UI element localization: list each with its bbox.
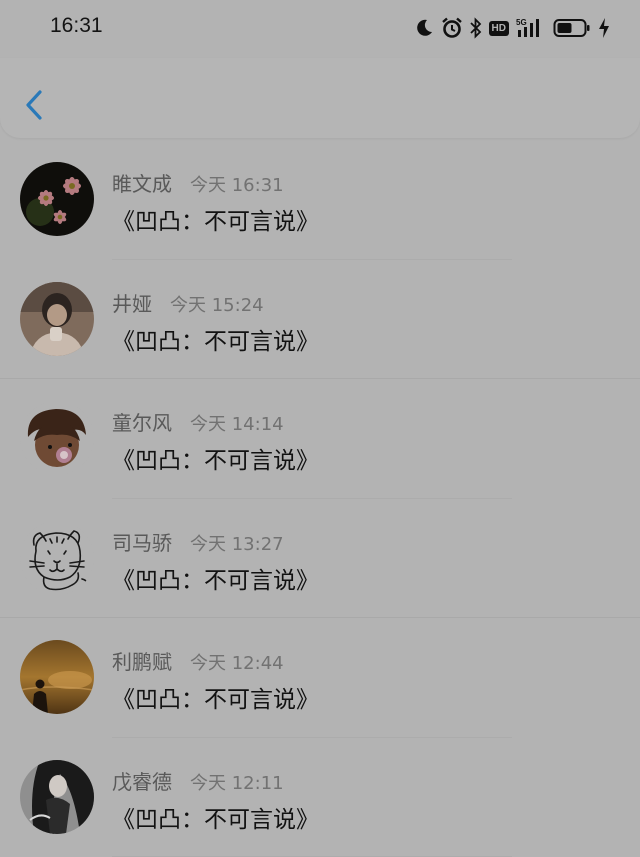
hd-icon: HD xyxy=(489,21,509,36)
comment-day: 今天 xyxy=(190,414,226,435)
list-item[interactable]: 利鹏赋 今天 12:44 《凹凸：不可言说》 xyxy=(0,618,640,738)
comment-text: 《凹凸：不可言说》 xyxy=(112,202,319,236)
comment-date: 今天 16:31 xyxy=(190,171,284,197)
network-type-label: 5G xyxy=(516,18,527,27)
comment-text: 《凹凸：不可言说》 xyxy=(112,322,319,356)
avatar[interactable] xyxy=(20,162,94,236)
alarm-icon xyxy=(441,17,463,39)
commenter-name[interactable]: 童尔风 xyxy=(112,407,172,436)
comment-date: 今天 12:44 xyxy=(190,649,284,675)
list-item[interactable]: 井娅 今天 15:24 《凹凸：不可言说》 xyxy=(0,260,640,380)
signal-icon: 5G xyxy=(516,17,546,39)
comment-day: 今天 xyxy=(190,773,226,794)
moon-icon xyxy=(414,18,434,38)
tiger-sketch-avatar-image xyxy=(20,521,94,595)
comment-date: 今天 15:24 xyxy=(170,291,264,317)
status-time: 16:31 xyxy=(50,14,103,38)
comment-time: 13:27 xyxy=(232,534,284,555)
avatar[interactable] xyxy=(20,521,94,595)
comment-day: 今天 xyxy=(190,175,226,196)
comment-day: 今天 xyxy=(190,653,226,674)
dark-art-avatar-image xyxy=(20,760,94,834)
status-icons: HD 5G xyxy=(414,15,610,41)
comment-time: 16:31 xyxy=(232,175,284,196)
sunset-avatar-image xyxy=(20,640,94,714)
list-item[interactable]: 睢文成 今天 16:31 《凹凸：不可言说》 xyxy=(0,140,640,260)
comment-list: 睢文成 今天 16:31 《凹凸：不可言说》 井娅 今天 15:24 xyxy=(0,140,640,857)
comment-text: 《凹凸：不可言说》 xyxy=(112,800,319,834)
comment-date: 今天 12:11 xyxy=(190,769,284,795)
list-item[interactable]: 司马骄 今天 13:27 《凹凸：不可言说》 xyxy=(0,499,640,619)
avatar[interactable] xyxy=(20,640,94,714)
status-bar: 16:31 HD 5G xyxy=(0,0,640,58)
avatar[interactable] xyxy=(20,401,94,475)
avatar[interactable] xyxy=(20,282,94,356)
battery-icon xyxy=(553,18,591,38)
comment-date: 今天 13:27 xyxy=(190,530,284,556)
comment-day: 今天 xyxy=(190,534,226,555)
commenter-name[interactable]: 司马骄 xyxy=(112,527,172,556)
comment-time: 15:24 xyxy=(212,295,264,316)
avatar[interactable] xyxy=(20,760,94,834)
comment-time: 12:11 xyxy=(232,773,284,794)
comment-text: 《凹凸：不可言说》 xyxy=(112,561,319,595)
commenter-name[interactable]: 利鹏赋 xyxy=(112,646,172,675)
list-item[interactable]: 童尔风 今天 14:14 《凹凸：不可言说》 xyxy=(0,379,640,499)
girl-avatar-image xyxy=(20,282,94,356)
back-button[interactable] xyxy=(20,86,50,126)
chevron-left-icon xyxy=(20,86,50,126)
bluetooth-icon xyxy=(470,17,482,39)
anime-avatar-image xyxy=(20,401,94,475)
comment-text: 《凹凸：不可言说》 xyxy=(112,441,319,475)
nav-bar xyxy=(0,58,640,138)
charging-icon xyxy=(598,17,610,39)
comment-time: 12:44 xyxy=(232,653,284,674)
list-item[interactable]: 戊睿德 今天 12:11 《凹凸：不可言说》 xyxy=(0,738,640,857)
commenter-name[interactable]: 井娅 xyxy=(112,288,152,317)
comment-date: 今天 14:14 xyxy=(190,410,284,436)
commenter-name[interactable]: 睢文成 xyxy=(112,168,172,197)
comment-text: 《凹凸：不可言说》 xyxy=(112,680,319,714)
commenter-name[interactable]: 戊睿德 xyxy=(112,766,172,795)
comment-time: 14:14 xyxy=(232,414,284,435)
flower-avatar-image xyxy=(20,162,94,236)
comment-day: 今天 xyxy=(170,295,206,316)
